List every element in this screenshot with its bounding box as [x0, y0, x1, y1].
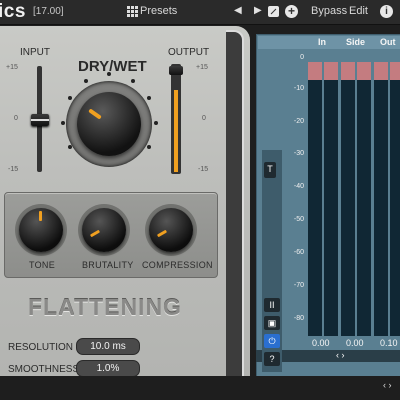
meter-side-right	[357, 62, 371, 336]
input-slider-marker	[31, 119, 49, 121]
input-tick-top: +15	[6, 64, 18, 71]
scale-dot	[84, 79, 88, 83]
meter-side-left-peak	[341, 62, 355, 80]
scale-dot	[68, 145, 72, 149]
presets-grid-icon[interactable]	[127, 6, 138, 17]
output-level-fill	[174, 90, 178, 172]
bottom-strip	[0, 376, 400, 400]
tone-knob-indicator	[39, 211, 42, 221]
bottom-nav-arrows-icon[interactable]: ‹ ›	[383, 380, 392, 390]
meter-scale-tick: -70	[293, 282, 304, 289]
tone-label: TONE	[29, 260, 56, 270]
panel-edge-strip	[226, 30, 244, 396]
section-title: FLATTENING	[28, 294, 182, 320]
layout-icon[interactable]: ▣	[264, 316, 280, 330]
meter-scale-tick: -60	[293, 249, 304, 256]
info-icon[interactable]: i	[380, 5, 393, 18]
previous-preset-icon[interactable]: ◀	[234, 5, 242, 16]
edit-button[interactable]: Edit	[349, 5, 368, 17]
meter-header-side: Side	[346, 37, 366, 47]
presets-button[interactable]: Presets	[140, 5, 177, 17]
meter-scroll-arrows-icon[interactable]: ‹ ›	[336, 350, 345, 360]
meter-scale-tick: -80	[293, 315, 304, 322]
scale-dot	[61, 121, 65, 125]
meter-out-right	[390, 62, 400, 336]
meter-header-in: In	[318, 37, 326, 47]
randomize-icon[interactable]	[268, 6, 279, 17]
scale-dot	[68, 96, 72, 100]
input-tick-bottom: -15	[8, 166, 19, 173]
meter-scale-tick: 0	[300, 54, 304, 61]
toggle-icon[interactable]: T	[264, 162, 276, 178]
output-slider-handle[interactable]	[169, 66, 183, 75]
meter-header	[258, 36, 400, 49]
power-icon[interactable]: ⏻	[264, 334, 280, 348]
meter-in-left	[308, 62, 322, 336]
meter-scale-tick: -20	[293, 118, 304, 125]
output-tick-mid: 0	[202, 115, 206, 122]
scale-dot	[131, 79, 135, 83]
meter-in-right-peak	[324, 62, 338, 80]
meter-header-out: Out	[380, 37, 396, 47]
meter-side-right-peak	[357, 62, 371, 80]
meter-scale-tick: -40	[293, 183, 304, 190]
drywet-knob[interactable]	[77, 92, 141, 156]
meter-in-right	[324, 62, 338, 336]
smoothness-label: SMOOTHNESS	[8, 364, 80, 375]
meter-out-left	[374, 62, 388, 336]
compression-label: COMPRESSION	[142, 260, 213, 270]
meter-scale-tick: -50	[293, 216, 304, 223]
help-icon[interactable]: ?	[264, 352, 280, 366]
meter-in-left-peak	[308, 62, 322, 80]
meter-scale-tick: -30	[293, 150, 304, 157]
brutality-knob[interactable]	[82, 208, 126, 252]
app-version: [17.00]	[33, 6, 64, 17]
meter-side-left	[341, 62, 355, 336]
meter-out-right-peak	[390, 62, 400, 80]
scale-dot	[147, 145, 151, 149]
smoothness-field[interactable]: 1.0%	[76, 360, 140, 377]
next-preset-icon[interactable]: ▶	[254, 5, 262, 16]
output-tick-bottom: -15	[198, 166, 209, 173]
scale-dot	[147, 96, 151, 100]
resolution-field[interactable]: 10.0 ms	[76, 338, 140, 355]
bypass-button[interactable]: Bypass	[311, 5, 347, 17]
drywet-title: DRY/WET	[78, 58, 147, 75]
add-preset-icon[interactable]: +	[285, 5, 298, 18]
output-tick-top: +15	[196, 64, 208, 71]
meter-value-side: 0.00	[346, 338, 364, 348]
input-label: INPUT	[20, 47, 50, 58]
resolution-label: RESOLUTION	[8, 342, 74, 353]
output-label: OUTPUT	[168, 47, 210, 58]
scale-dot	[154, 121, 158, 125]
app-title: ics	[0, 1, 26, 22]
meter-scale-tick: -10	[293, 85, 304, 92]
scale-dot	[107, 72, 111, 76]
compression-knob[interactable]	[149, 208, 193, 252]
input-tick-mid: 0	[14, 115, 18, 122]
meter-value-out: 0.10	[380, 338, 398, 348]
meter-out-left-peak	[374, 62, 388, 80]
meter-value-in: 0.00	[312, 338, 330, 348]
brutality-label: BRUTALITY	[82, 260, 134, 270]
pause-button[interactable]: II	[264, 298, 280, 312]
